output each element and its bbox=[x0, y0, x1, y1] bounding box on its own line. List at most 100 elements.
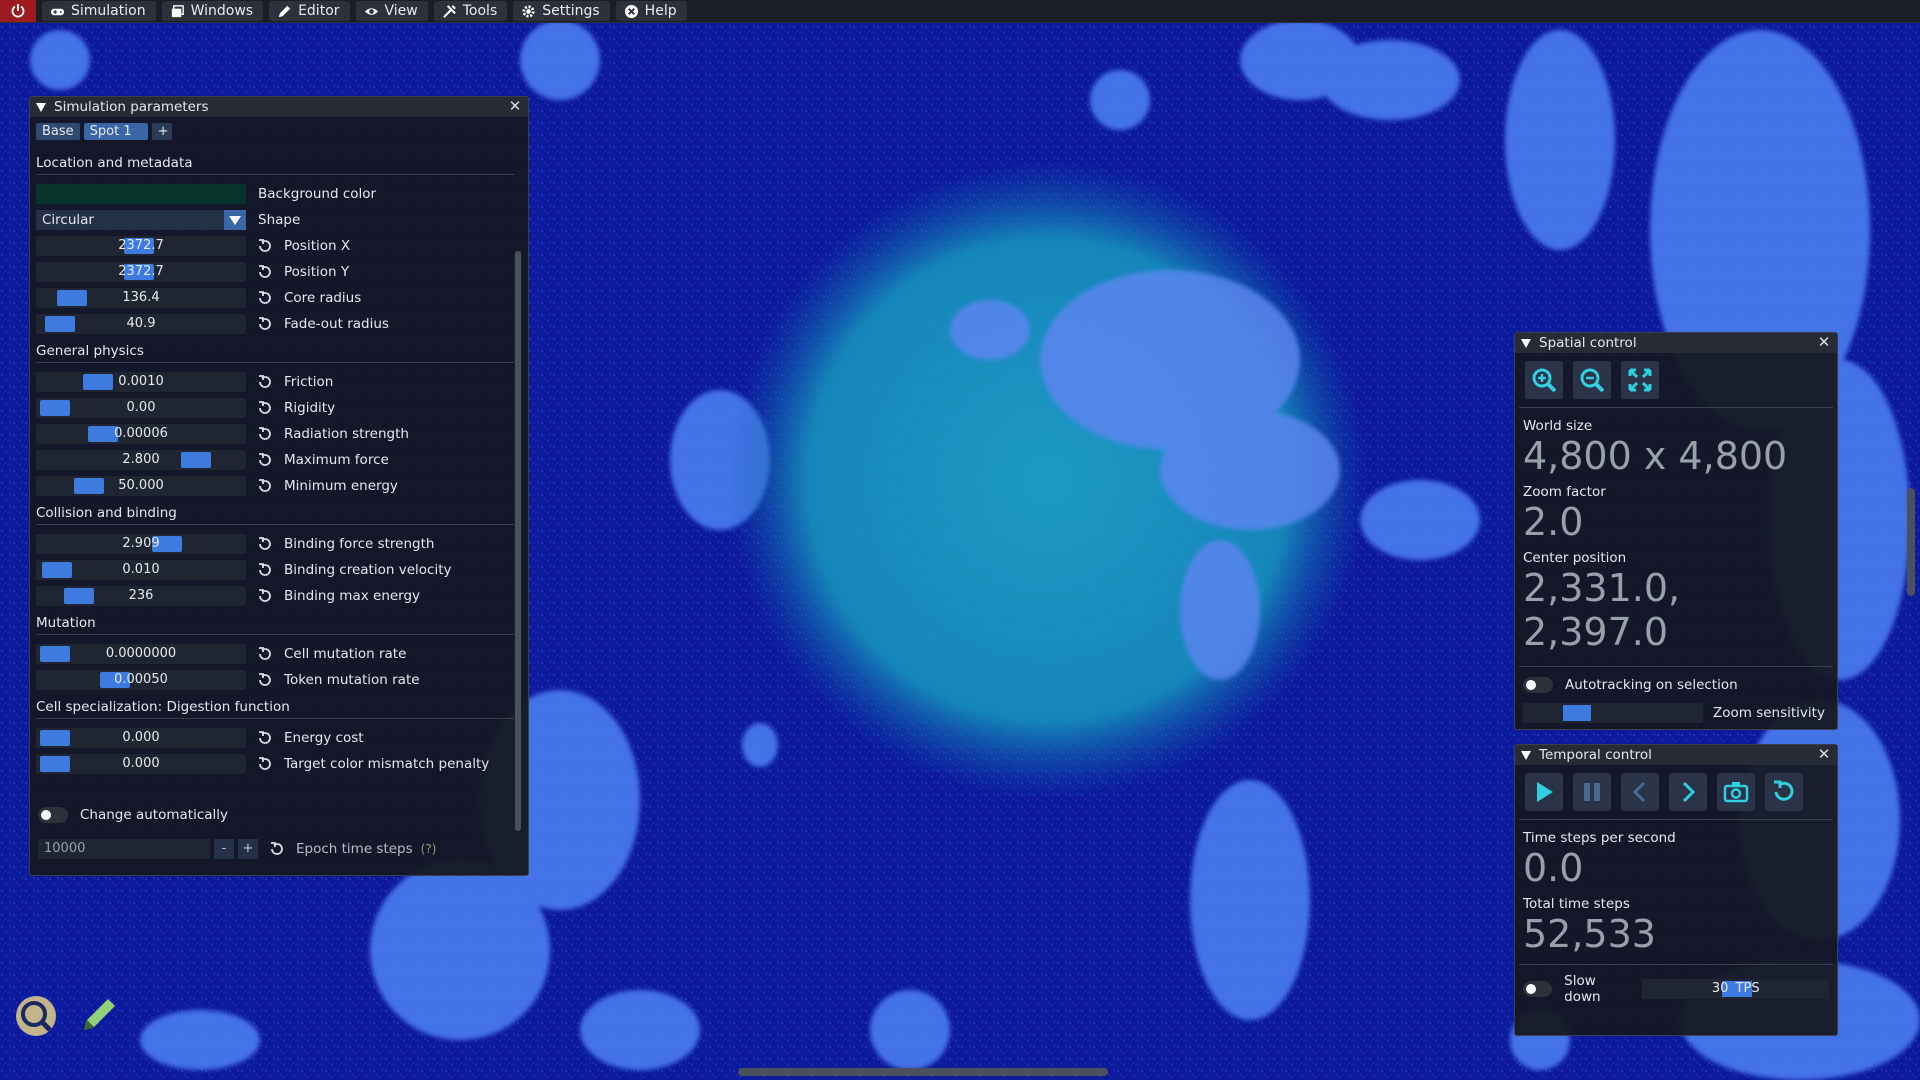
gear-icon bbox=[522, 4, 535, 18]
max-force-slider[interactable]: 2.800 bbox=[36, 450, 246, 470]
parameter-list[interactable]: Location and metadata Background color C… bbox=[36, 149, 514, 789]
change-auto-toggle[interactable] bbox=[38, 807, 68, 823]
reset-icon[interactable] bbox=[252, 398, 278, 418]
row-core-radius: 136.4 Core radius bbox=[36, 285, 514, 311]
menu-help[interactable]: Help bbox=[615, 1, 687, 21]
help-tooltip-marker[interactable]: (?) bbox=[421, 842, 437, 856]
reset-icon[interactable] bbox=[252, 644, 278, 664]
slider-value: 0.00050 bbox=[114, 672, 168, 687]
change-auto-row: Change automatically bbox=[38, 807, 228, 823]
reset-icon[interactable] bbox=[252, 424, 278, 444]
reset-icon[interactable] bbox=[252, 586, 278, 606]
reset-icon[interactable] bbox=[252, 560, 278, 580]
step-back-button[interactable] bbox=[1621, 773, 1659, 811]
reset-icon[interactable] bbox=[252, 670, 278, 690]
token-mutation-slider[interactable]: 0.00050 bbox=[36, 670, 246, 690]
reset-icon[interactable] bbox=[252, 314, 278, 334]
collapse-triangle-icon[interactable] bbox=[36, 102, 46, 112]
restore-button[interactable] bbox=[1765, 773, 1803, 811]
menu-simulation[interactable]: Simulation bbox=[42, 1, 156, 21]
add-tab-button[interactable]: + bbox=[151, 123, 172, 140]
snapshot-button[interactable] bbox=[1717, 773, 1755, 811]
close-icon[interactable]: ✕ bbox=[1817, 335, 1831, 350]
zoom-sensitivity-slider[interactable] bbox=[1523, 703, 1703, 723]
fadeout-radius-slider[interactable]: 40.9 bbox=[36, 314, 246, 334]
reset-icon[interactable] bbox=[252, 476, 278, 496]
background-color-swatch[interactable] bbox=[36, 184, 246, 204]
magnifier-icon[interactable] bbox=[12, 992, 60, 1040]
core-radius-label: Core radius bbox=[284, 290, 362, 306]
epoch-plus-button[interactable]: + bbox=[238, 839, 258, 859]
reset-icon[interactable] bbox=[252, 754, 278, 774]
slider-grab[interactable] bbox=[41, 562, 72, 578]
dropdown-arrow-icon[interactable] bbox=[224, 210, 246, 230]
slider-grab[interactable] bbox=[74, 478, 105, 494]
pause-button[interactable] bbox=[1573, 773, 1611, 811]
menu-editor[interactable]: Editor bbox=[269, 1, 350, 21]
binding-force-slider[interactable]: 2.909 bbox=[36, 534, 246, 554]
close-icon[interactable]: ✕ bbox=[508, 99, 522, 114]
spatial-control-titlebar[interactable]: Spatial control ✕ bbox=[1515, 333, 1837, 353]
reset-icon[interactable] bbox=[252, 728, 278, 748]
slider-grab[interactable] bbox=[57, 290, 88, 306]
play-button[interactable] bbox=[1525, 773, 1563, 811]
horizontal-scrollbar[interactable] bbox=[738, 1068, 1108, 1076]
position-x-slider[interactable]: 2372.7 bbox=[36, 236, 246, 256]
epoch-minus-button[interactable]: - bbox=[214, 839, 234, 859]
zoom-in-button[interactable] bbox=[1525, 361, 1563, 399]
slider-grab[interactable] bbox=[83, 374, 113, 390]
position-y-slider[interactable]: 2372.7 bbox=[36, 262, 246, 282]
slider-grab[interactable] bbox=[40, 400, 70, 416]
radiation-slider[interactable]: 0.00006 bbox=[36, 424, 246, 444]
step-forward-button[interactable] bbox=[1669, 773, 1707, 811]
shape-combo[interactable]: Circular bbox=[36, 210, 246, 230]
energy-cost-slider[interactable]: 0.000 bbox=[36, 728, 246, 748]
slow-down-toggle[interactable] bbox=[1523, 981, 1553, 997]
collapse-triangle-icon[interactable] bbox=[1521, 750, 1531, 760]
reset-icon[interactable] bbox=[264, 839, 290, 859]
reset-icon[interactable] bbox=[252, 372, 278, 392]
reset-icon[interactable] bbox=[252, 534, 278, 554]
epoch-input[interactable]: 10000 bbox=[38, 839, 210, 859]
tab-base[interactable]: Base bbox=[36, 123, 80, 140]
close-icon[interactable]: ✕ bbox=[1817, 747, 1831, 762]
slider-grab[interactable] bbox=[1562, 705, 1591, 721]
slider-grab[interactable] bbox=[40, 756, 70, 772]
slow-down-tps-slider[interactable]: 30 TPS bbox=[1642, 979, 1830, 999]
menu-settings[interactable]: Settings bbox=[513, 1, 610, 21]
zoom-out-icon bbox=[1580, 368, 1605, 393]
binding-velocity-slider[interactable]: 0.010 bbox=[36, 560, 246, 580]
reset-icon[interactable] bbox=[252, 236, 278, 256]
zoom-factor-value: 2.0 bbox=[1523, 500, 1584, 544]
slider-grab[interactable] bbox=[40, 730, 70, 746]
simulation-parameters-titlebar[interactable]: Simulation parameters ✕ bbox=[30, 97, 528, 117]
rigidity-slider[interactable]: 0.00 bbox=[36, 398, 246, 418]
menu-windows[interactable]: Windows bbox=[161, 1, 264, 21]
color-mismatch-slider[interactable]: 0.000 bbox=[36, 754, 246, 774]
parameters-scrollbar[interactable] bbox=[514, 251, 522, 835]
power-button[interactable] bbox=[0, 0, 36, 22]
menu-tools[interactable]: Tools bbox=[433, 1, 508, 21]
pencil-icon[interactable] bbox=[78, 992, 122, 1036]
slider-grab[interactable] bbox=[45, 316, 76, 332]
min-energy-slider[interactable]: 50.000 bbox=[36, 476, 246, 496]
tab-spot-1[interactable]: Spot 1 bbox=[83, 123, 148, 140]
slider-grab[interactable] bbox=[40, 646, 70, 662]
collapse-triangle-icon[interactable] bbox=[1521, 338, 1531, 348]
reset-icon[interactable] bbox=[252, 450, 278, 470]
cell-mutation-slider[interactable]: 0.0000000 bbox=[36, 644, 246, 664]
zoom-out-button[interactable] bbox=[1573, 361, 1611, 399]
friction-slider[interactable]: 0.0010 bbox=[36, 372, 246, 392]
menu-view[interactable]: View bbox=[355, 1, 428, 21]
reset-icon[interactable] bbox=[252, 288, 278, 308]
fit-view-button[interactable] bbox=[1621, 361, 1659, 399]
autotracking-toggle[interactable] bbox=[1523, 677, 1553, 693]
temporal-control-titlebar[interactable]: Temporal control ✕ bbox=[1515, 745, 1837, 765]
vertical-scrollbar[interactable] bbox=[1907, 488, 1915, 596]
slider-grab[interactable] bbox=[181, 452, 212, 468]
scrollbar-thumb[interactable] bbox=[515, 251, 521, 831]
reset-icon[interactable] bbox=[252, 262, 278, 282]
slider-grab[interactable] bbox=[64, 588, 95, 604]
binding-energy-slider[interactable]: 236 bbox=[36, 586, 246, 606]
core-radius-slider[interactable]: 136.4 bbox=[36, 288, 246, 308]
